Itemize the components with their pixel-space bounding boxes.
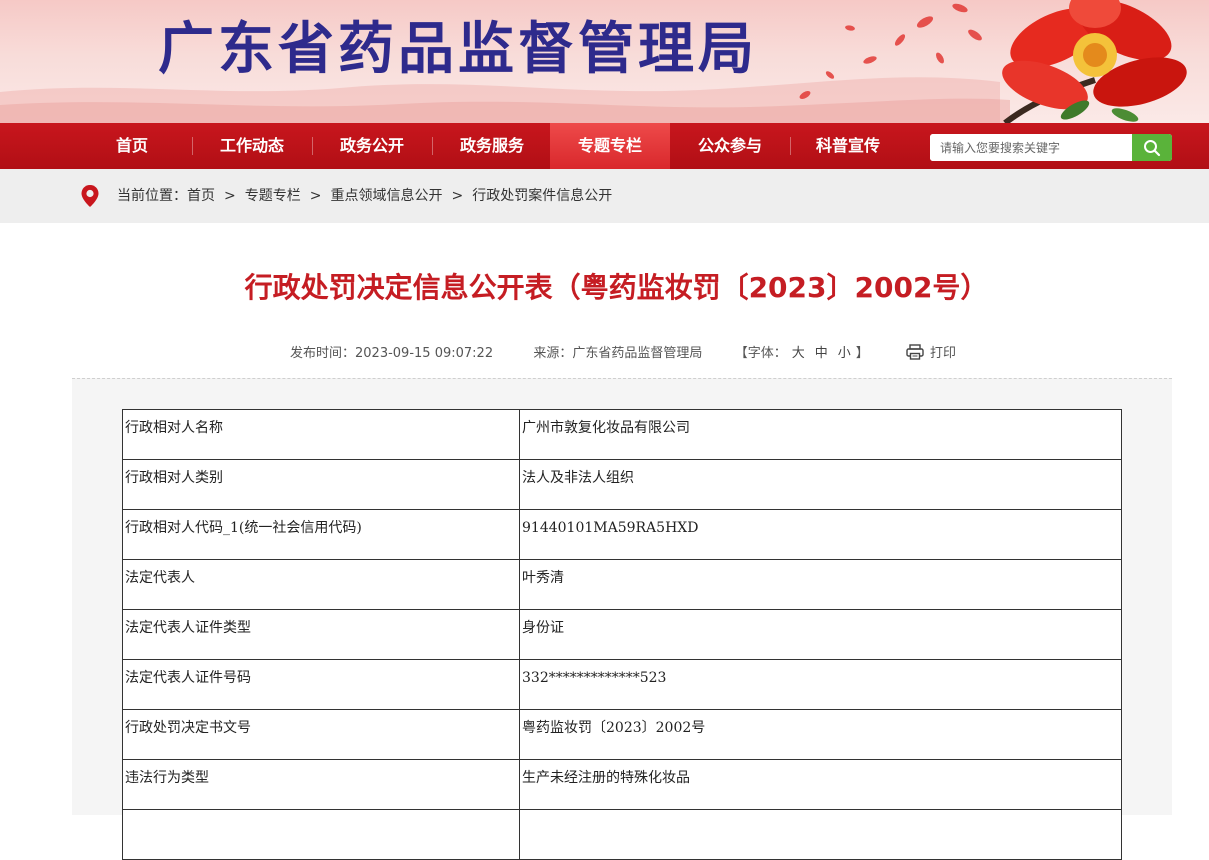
font-small-button[interactable]: 小 [838, 346, 851, 361]
table-key-cell: 行政处罚决定书文号 [122, 709, 520, 760]
source: 广东省药品监督管理局 [572, 346, 703, 361]
nav-item-science-popularization[interactable]: 科普宣传 [788, 123, 908, 169]
print-label: 打印 [930, 346, 957, 361]
font-size-open: 【字体： [734, 346, 787, 361]
table-row [122, 809, 1122, 860]
breadcrumb: 当前位置：首页 > 专题专栏 > 重点领域信息公开 > 行政处罚案件信息公开 [117, 169, 612, 223]
header-banner: 广东省药品监督管理局 [0, 0, 1209, 123]
breadcrumb-prefix: 当前位置： [117, 188, 187, 204]
table-row: 行政相对人名称 广州市敦复化妆品有限公司 [122, 409, 1122, 460]
nav-item-government-affairs[interactable]: 政务公开 [312, 123, 432, 169]
breadcrumb-separator: > [451, 188, 464, 204]
table-key-cell: 违法行为类型 [122, 759, 520, 810]
table-row: 法定代表人 叶秀清 [122, 559, 1122, 610]
search-button[interactable] [1132, 134, 1172, 161]
publish-label: 发布时间： [290, 346, 356, 361]
table-row: 法定代表人证件类型 身份证 [122, 609, 1122, 660]
table-key-cell: 法定代表人 [122, 559, 520, 610]
nav-item-work-news[interactable]: 工作动态 [192, 123, 312, 169]
article-content: 行政相对人名称 广州市敦复化妆品有限公司 行政相对人类别 法人及非法人组织 行政… [72, 378, 1172, 860]
nav-item-home[interactable]: 首页 [72, 123, 192, 169]
table-key-cell: 行政相对人代码_1(统一社会信用代码) [122, 509, 520, 560]
article-meta: 发布时间：2023-09-15 09:07:22 来源：广东省药品监督管理局 【… [290, 344, 869, 364]
table-row: 行政相对人代码_1(统一社会信用代码) 91440101MA59RA5HXD [122, 509, 1122, 560]
print-button[interactable]: 打印 [906, 344, 956, 364]
table-value-cell: 身份证 [519, 609, 1122, 660]
search-input[interactable] [930, 134, 1132, 161]
publish-time: 2023-09-15 09:07:22 [355, 346, 494, 361]
table-row: 行政处罚决定书文号 粤药监妆罚〔2023〕2002号 [122, 709, 1122, 760]
site-title: 广东省药品监督管理局 [158, 16, 758, 82]
breadcrumb-separator: > [224, 188, 236, 204]
table-key-cell: 法定代表人证件号码 [122, 659, 520, 710]
nav-item-special-topics[interactable]: 专题专栏 [550, 123, 670, 169]
search-box [930, 134, 1172, 161]
breadcrumb-penalty-cases[interactable]: 行政处罚案件信息公开 [472, 188, 612, 204]
font-large-button[interactable]: 大 [792, 346, 805, 361]
font-medium-button[interactable]: 中 [815, 346, 828, 361]
article-title: 行政处罚决定信息公开表（粤药监妆罚〔2023〕2002号） [244, 271, 989, 304]
table-key-cell [122, 809, 520, 860]
breadcrumb-home[interactable]: 首页 [187, 188, 215, 204]
table-value-cell: 91440101MA59RA5HXD [519, 509, 1122, 560]
table-value-cell: 粤药监妆罚〔2023〕2002号 [519, 709, 1122, 760]
magnifier-icon [1144, 139, 1161, 156]
breadcrumb-bar: 当前位置：首页 > 专题专栏 > 重点领域信息公开 > 行政处罚案件信息公开 [0, 169, 1209, 223]
nav-item-public-participation[interactable]: 公众参与 [670, 123, 790, 169]
table-key-cell: 法定代表人证件类型 [122, 609, 520, 660]
table-value-cell [519, 809, 1122, 860]
table-value-cell: 法人及非法人组织 [519, 459, 1122, 510]
location-pin-icon [81, 185, 99, 207]
source-label: 来源： [533, 346, 573, 361]
breadcrumb-key-areas[interactable]: 重点领域信息公开 [330, 188, 442, 204]
printer-icon [906, 344, 924, 360]
table-value-cell: 332*************523 [519, 659, 1122, 710]
breadcrumb-separator: > [309, 188, 322, 204]
table-key-cell: 行政相对人类别 [122, 459, 520, 510]
table-value-cell: 广州市敦复化妆品有限公司 [519, 409, 1122, 460]
breadcrumb-special-topics[interactable]: 专题专栏 [245, 188, 301, 204]
table-key-cell: 行政相对人名称 [122, 409, 520, 460]
nav-item-government-services[interactable]: 政务服务 [432, 123, 552, 169]
table-row: 行政相对人类别 法人及非法人组织 [122, 459, 1122, 510]
table-row: 法定代表人证件号码 332*************523 [122, 659, 1122, 710]
table-value-cell: 叶秀清 [519, 559, 1122, 610]
penalty-info-table: 行政相对人名称 广州市敦复化妆品有限公司 行政相对人类别 法人及非法人组织 行政… [122, 409, 1122, 860]
table-row: 违法行为类型 生产未经注册的特殊化妆品 [122, 759, 1122, 810]
table-value-cell: 生产未经注册的特殊化妆品 [519, 759, 1122, 810]
font-size-close: 】 [855, 346, 869, 361]
